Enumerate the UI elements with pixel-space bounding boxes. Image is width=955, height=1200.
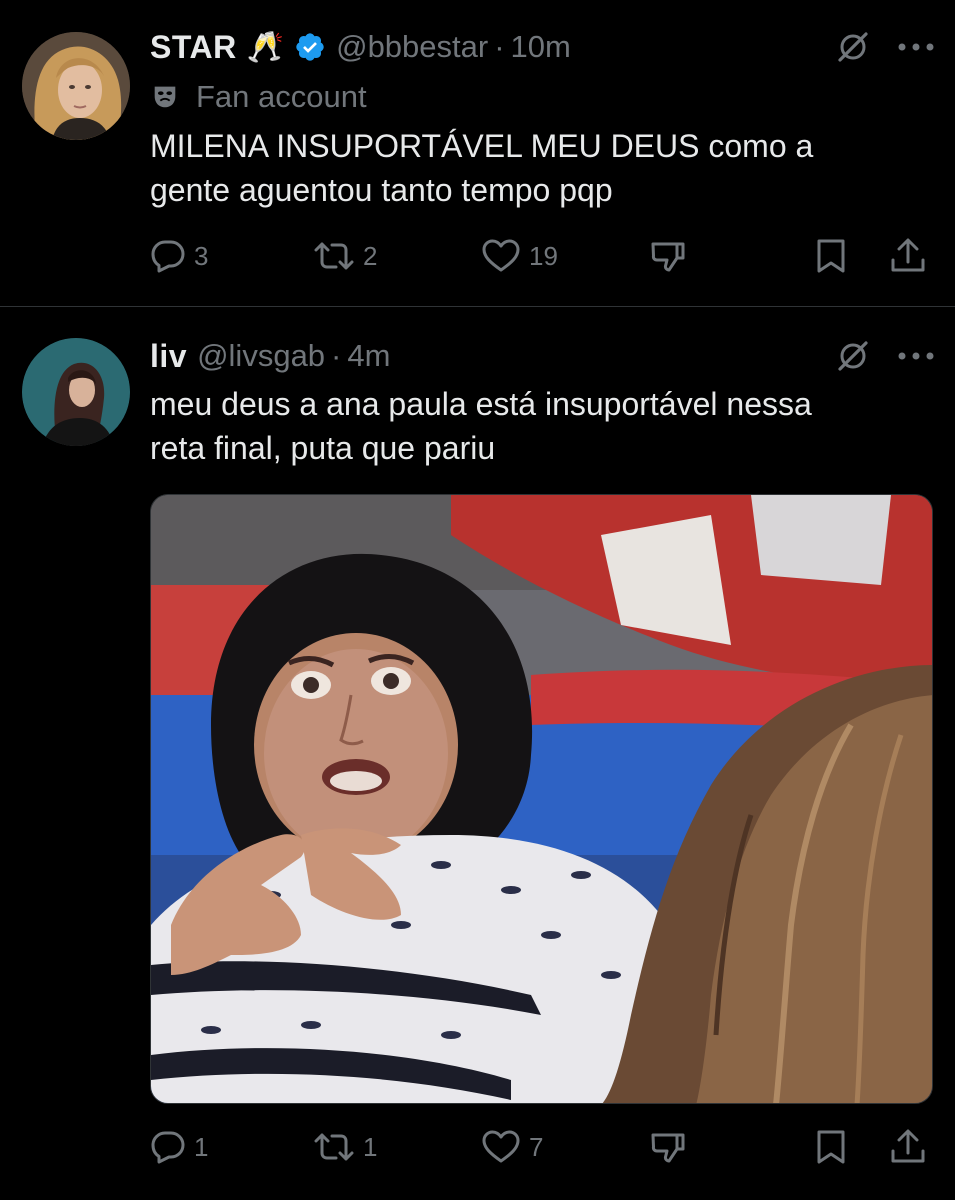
like-icon bbox=[482, 239, 520, 272]
more-icon[interactable] bbox=[897, 42, 935, 52]
handle[interactable]: @livsgab bbox=[197, 338, 325, 374]
label-text: Fan account bbox=[196, 79, 367, 114]
dislike-button[interactable] bbox=[649, 231, 687, 281]
share-button[interactable] bbox=[888, 231, 928, 281]
action-bar: 3 2 19 bbox=[150, 231, 933, 281]
avatar[interactable] bbox=[22, 32, 130, 140]
tweet[interactable]: STAR 🥂 @bbbestar · 10m Fan account MILEN… bbox=[0, 0, 955, 307]
like-count: 7 bbox=[529, 1131, 544, 1162]
like-button[interactable]: 19 bbox=[481, 231, 558, 281]
like-icon bbox=[482, 1130, 520, 1163]
separator-dot: · bbox=[331, 338, 342, 373]
tweet-text-line: meu deus a ana paula está insuportável n… bbox=[150, 386, 812, 422]
reply-button[interactable]: 1 bbox=[150, 1122, 208, 1172]
repost-button[interactable]: 1 bbox=[313, 1122, 377, 1172]
handle[interactable]: @bbbestar bbox=[336, 29, 488, 65]
tweet-text-line: MILENA INSUPORTÁVEL MEU DEUS como a bbox=[150, 128, 814, 164]
dislike-icon bbox=[651, 242, 685, 272]
bookmark-icon bbox=[817, 239, 845, 273]
tweet[interactable]: liv @livsgab · 4m meu deus a ana paula e… bbox=[0, 308, 955, 1200]
dislike-icon bbox=[651, 1133, 685, 1163]
grok-icon[interactable] bbox=[835, 338, 871, 374]
dislike-button[interactable] bbox=[649, 1122, 687, 1172]
timestamp[interactable]: 4m bbox=[347, 338, 390, 374]
repost-count: 2 bbox=[363, 240, 378, 271]
timestamp[interactable]: 10m bbox=[511, 29, 571, 65]
like-count: 19 bbox=[529, 240, 558, 271]
repost-icon bbox=[314, 242, 354, 270]
bookmark-button[interactable] bbox=[813, 231, 849, 281]
account-label: Fan account bbox=[150, 77, 367, 117]
display-name[interactable]: STAR bbox=[150, 29, 237, 66]
share-button[interactable] bbox=[888, 1122, 928, 1172]
action-bar: 1 1 7 bbox=[150, 1122, 933, 1172]
reply-count: 3 bbox=[194, 240, 209, 271]
reply-icon bbox=[151, 1131, 185, 1164]
repost-count: 1 bbox=[363, 1131, 378, 1162]
like-button[interactable]: 7 bbox=[481, 1122, 543, 1172]
share-icon bbox=[891, 238, 925, 272]
reply-icon bbox=[151, 240, 185, 273]
repost-icon bbox=[314, 1133, 354, 1161]
tweet-text-line: reta final, puta que pariu bbox=[150, 430, 496, 466]
mask-icon bbox=[150, 81, 182, 113]
separator-dot: · bbox=[494, 29, 505, 64]
tweet-text-line: gente aguentou tanto tempo pqp bbox=[150, 172, 613, 208]
bookmark-button[interactable] bbox=[813, 1122, 849, 1172]
share-icon bbox=[891, 1129, 925, 1163]
repost-button[interactable]: 2 bbox=[313, 231, 377, 281]
verified-icon[interactable] bbox=[294, 31, 326, 63]
tweet-text: MILENA INSUPORTÁVEL MEU DEUS como a gent… bbox=[150, 124, 915, 212]
grok-icon[interactable] bbox=[835, 29, 871, 65]
name-emoji: 🥂 bbox=[246, 30, 285, 64]
reply-count: 1 bbox=[194, 1131, 209, 1162]
bookmark-icon bbox=[817, 1130, 845, 1164]
more-icon[interactable] bbox=[897, 351, 935, 361]
tweet-header: STAR 🥂 @bbbestar · 10m bbox=[150, 27, 935, 67]
avatar[interactable] bbox=[22, 338, 130, 446]
tweet-media-image[interactable] bbox=[150, 494, 933, 1104]
tweet-text: meu deus a ana paula está insuportável n… bbox=[150, 382, 915, 470]
reply-button[interactable]: 3 bbox=[150, 231, 208, 281]
tweet-header: liv @livsgab · 4m bbox=[150, 336, 935, 376]
display-name[interactable]: liv bbox=[150, 338, 187, 375]
